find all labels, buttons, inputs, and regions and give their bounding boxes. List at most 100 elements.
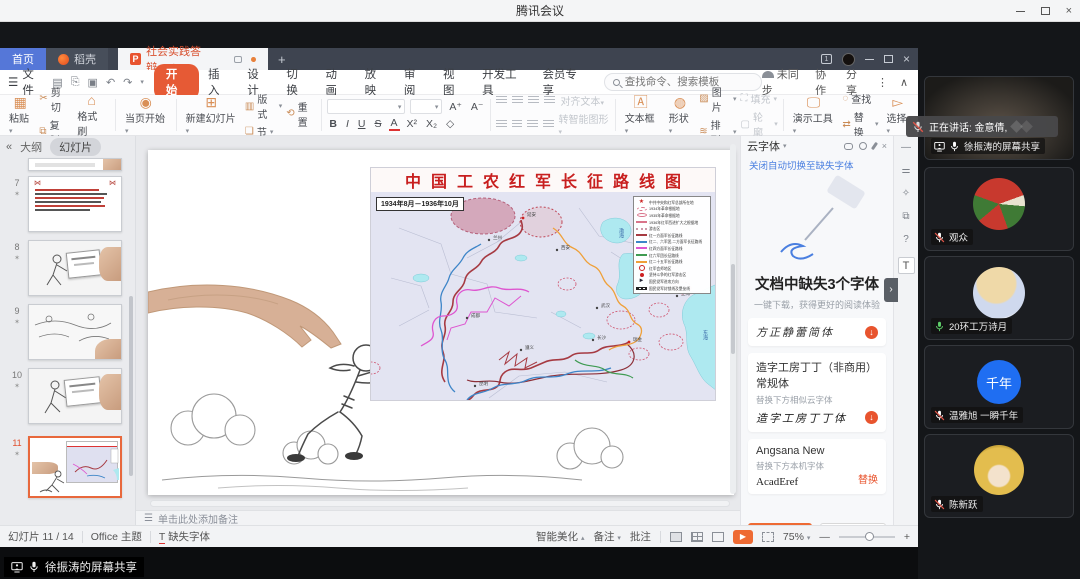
find-button[interactable]: ◌查找: [842, 91, 878, 106]
command-search[interactable]: [604, 73, 762, 91]
pin-icon[interactable]: [871, 142, 878, 150]
clear-format-icon[interactable]: ◇: [444, 118, 456, 130]
beautify-button[interactable]: 智能美化 ▴: [536, 529, 584, 544]
sorter-view-icon[interactable]: [691, 532, 703, 542]
properties-icon[interactable]: ⚌: [902, 165, 911, 176]
layout-button[interactable]: ▥版式▾: [245, 91, 282, 121]
slide-thumb-7[interactable]: ⋈ ⋈: [28, 176, 122, 232]
font-color-button[interactable]: A: [389, 117, 400, 131]
new-slide-button[interactable]: ⊞ 新建幻灯片▾: [182, 95, 241, 136]
cut-button[interactable]: ✂剪切: [39, 84, 69, 114]
collapse-ribbon-icon[interactable]: ∧: [900, 76, 908, 89]
font-size-select[interactable]: ▾: [410, 99, 442, 114]
wps-minimize-icon[interactable]: [865, 59, 874, 60]
outline-button[interactable]: ▢轮廓▾: [741, 109, 778, 139]
underline-button[interactable]: U: [356, 118, 368, 130]
picture-button[interactable]: ▨图片▾: [699, 84, 736, 114]
superscript-button[interactable]: X²: [405, 118, 420, 130]
download-icon[interactable]: ↓: [865, 411, 878, 424]
help-icon[interactable]: ?: [903, 234, 909, 245]
panel-scrollbar[interactable]: [129, 296, 133, 476]
font-card-1[interactable]: 方正静蕾简体 ↓: [748, 318, 886, 346]
preview-icon[interactable]: ▣: [88, 76, 98, 89]
notes-bar[interactable]: ☰ 单击此处添加备注: [136, 510, 740, 525]
gear-icon[interactable]: [859, 142, 867, 150]
to-smartart-button[interactable]: 转智能图形▾: [559, 111, 610, 137]
zoom-out-icon[interactable]: —: [819, 531, 830, 543]
paste-button[interactable]: ▦ 粘贴▾: [5, 95, 35, 136]
panel-close-icon[interactable]: ×: [882, 141, 887, 151]
minimize-icon[interactable]: [1016, 11, 1025, 12]
slide-thumb-8[interactable]: [28, 240, 122, 296]
participant-tile[interactable]: 观众: [924, 167, 1074, 251]
redo-icon[interactable]: ↷: [123, 76, 132, 89]
feedback-icon[interactable]: [844, 143, 853, 150]
zoom-level[interactable]: 75% ▾: [783, 531, 810, 543]
format-painter-button[interactable]: ⌂ 格式刷: [73, 93, 110, 138]
reading-view-icon[interactable]: [712, 532, 724, 542]
comment-bubble-icon[interactable]: [234, 56, 242, 63]
number-list-icon[interactable]: [512, 96, 523, 105]
justify-icon[interactable]: [543, 120, 554, 129]
selection-pane-icon[interactable]: ⧉: [902, 211, 909, 222]
bold-button[interactable]: B: [327, 118, 339, 130]
zoom-slider-knob[interactable]: [865, 532, 874, 541]
strike-button[interactable]: S: [372, 118, 383, 130]
close-icon[interactable]: ×: [1066, 6, 1072, 17]
slides-tab[interactable]: 幻灯片: [50, 138, 101, 156]
undo-icon[interactable]: ↶: [106, 76, 115, 89]
shape-button[interactable]: ◍ 形状▾: [665, 95, 695, 136]
slide-thumb-partial[interactable]: [28, 158, 122, 171]
strip-handle-icon[interactable]: —: [901, 142, 911, 153]
quick-caret-icon[interactable]: ▾: [140, 78, 144, 86]
participant-tile[interactable]: 陈新跃: [924, 434, 1074, 518]
panel-collapse-icon[interactable]: «: [6, 141, 12, 153]
tab-docer[interactable]: 稻壳: [46, 48, 108, 70]
normal-view-icon[interactable]: [670, 532, 682, 542]
align-text-button[interactable]: 对齐文本▾: [560, 93, 604, 108]
panel-expand-handle[interactable]: ›: [884, 278, 898, 302]
outline-tab[interactable]: 大纲: [20, 139, 42, 155]
wps-close-icon[interactable]: ×: [903, 52, 910, 66]
notes-toggle[interactable]: 备注 ▾: [593, 529, 620, 544]
zoom-in-icon[interactable]: +: [904, 531, 910, 543]
current-slide[interactable]: 中国工农红军长征路线图 1934年8月－1936年10月: [148, 150, 734, 495]
fit-slide-icon[interactable]: [762, 532, 774, 542]
replace-button[interactable]: ⇄替换▾: [842, 109, 878, 139]
theme-label[interactable]: Office 主题: [91, 529, 142, 544]
participant-tile[interactable]: 千年 温雅旭 一瞬千年: [924, 345, 1074, 429]
font-card-2[interactable]: 造字工房丁丁（非商用）常规体 替换下方相似云字体 造字工房丁丁体 ↓: [748, 353, 886, 432]
align-left-icon[interactable]: [496, 120, 507, 129]
fill-button[interactable]: ⛶填充▾: [741, 91, 778, 106]
more-icon[interactable]: ⋮: [877, 76, 888, 89]
download-icon[interactable]: ↓: [865, 326, 878, 339]
comments-toggle[interactable]: 批注: [630, 529, 651, 544]
slide-thumb-9[interactable]: [28, 304, 122, 360]
play-from-current-button[interactable]: ◉ 当页开始▾: [121, 95, 171, 136]
font-family-select[interactable]: ▾: [327, 99, 405, 114]
slideshow-play-button[interactable]: ▶: [733, 530, 753, 544]
decrease-font-button[interactable]: A⁻: [469, 101, 486, 113]
indent-increase-icon[interactable]: [544, 96, 555, 105]
disable-autoswitch-link[interactable]: 关闭自动切换至缺失字体: [741, 156, 893, 174]
zoom-slider[interactable]: [839, 536, 895, 538]
reset-button[interactable]: ⟲重置: [286, 99, 316, 129]
print-icon[interactable]: ⎘: [71, 76, 80, 89]
font-card-3[interactable]: Angsana New 替换下方本机字体 AcadEref 替换: [748, 439, 886, 494]
increase-font-button[interactable]: A⁺: [447, 101, 464, 113]
replace-font-link[interactable]: 替换: [858, 471, 878, 486]
bullet-list-icon[interactable]: [496, 96, 507, 105]
align-center-icon[interactable]: [512, 120, 523, 129]
effects-icon[interactable]: ✧: [902, 188, 910, 199]
window-switch-icon[interactable]: 1: [821, 54, 832, 64]
present-tools-button[interactable]: 🖵 演示工具▾: [789, 95, 839, 136]
slide-thumb-11[interactable]: [28, 436, 122, 498]
slide-thumb-10[interactable]: [28, 368, 122, 424]
wps-restore-icon[interactable]: [884, 55, 893, 63]
indent-decrease-icon[interactable]: [528, 96, 539, 105]
missing-font-status[interactable]: T 缺失字体: [159, 529, 210, 544]
subscript-button[interactable]: X₂: [424, 118, 439, 130]
canvas-vscrollbar[interactable]: [730, 144, 736, 494]
account-avatar[interactable]: [842, 53, 855, 66]
participant-tile[interactable]: 20环工万诗月: [924, 256, 1074, 340]
